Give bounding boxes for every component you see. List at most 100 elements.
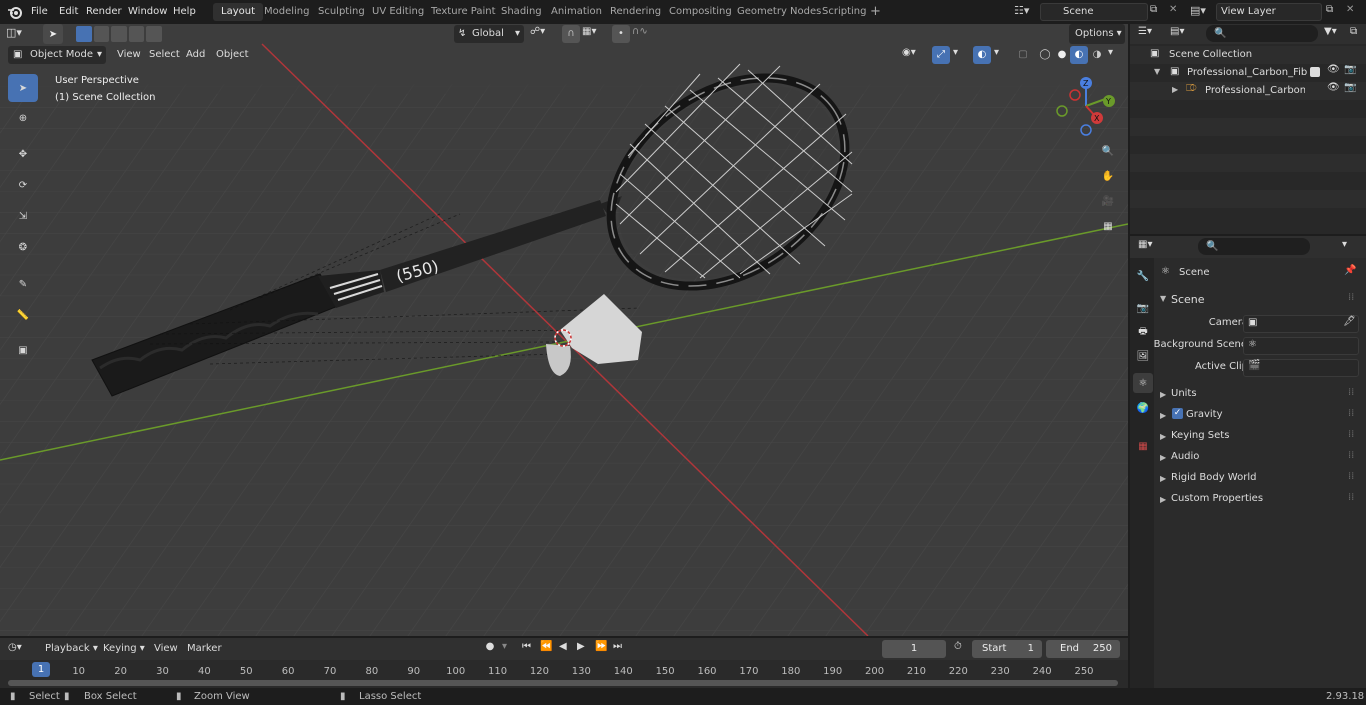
falloff-icon[interactable]: ∩∿ <box>632 26 654 42</box>
tab-uv-editing[interactable]: UV Editing <box>364 3 432 21</box>
panel-expand-icon[interactable]: ▼ <box>1160 294 1166 303</box>
include-checkbox-icon[interactable] <box>1310 67 1320 77</box>
pan-hand-icon[interactable]: ✋ <box>1097 165 1119 187</box>
scene-name-field[interactable]: Scene <box>1040 3 1148 21</box>
properties-editor-type-icon[interactable]: ▦▾ <box>1138 239 1164 255</box>
outliner-item-object[interactable]: Professional_Carbon_Fibe <box>1205 85 1305 96</box>
blender-logo-icon[interactable] <box>7 4 23 20</box>
tab-rendering[interactable]: Rendering <box>602 3 669 21</box>
gravity-checkbox[interactable]: ✓ <box>1172 408 1183 419</box>
shading-dropdown-icon[interactable]: ▾ <box>1108 47 1118 63</box>
camera-render-icon[interactable]: 📷 <box>1344 82 1356 93</box>
section-gravity[interactable]: Gravity <box>1186 409 1223 420</box>
scale-tool[interactable]: ⇲ <box>8 202 38 230</box>
camera-field[interactable] <box>1243 315 1359 333</box>
expand-arrow-icon[interactable]: ▶ <box>1160 411 1166 420</box>
remove-scene-icon[interactable]: ✕ <box>1169 4 1181 20</box>
add-workspace-button[interactable]: + <box>866 3 885 21</box>
viewport-menu-object[interactable]: Object <box>211 45 254 65</box>
view-layer-field[interactable]: View Layer <box>1216 3 1322 21</box>
xray-toggle-icon[interactable]: ▢ <box>1014 46 1032 64</box>
tab-shading[interactable]: Shading <box>493 3 550 21</box>
expand-arrow-icon[interactable]: ▶ <box>1160 495 1166 504</box>
selection-mode-buttons[interactable] <box>76 26 162 42</box>
section-audio[interactable]: Audio <box>1171 451 1199 462</box>
gizmo-toggle-icon[interactable]: ⤢ <box>932 46 950 64</box>
navigation-gizmo[interactable]: Z Y X <box>1052 74 1122 140</box>
select-box-tool[interactable]: ➤ <box>8 74 38 102</box>
rotate-tool[interactable]: ⟳ <box>8 171 38 199</box>
new-scene-icon[interactable]: ⧉ <box>1150 4 1166 20</box>
expand-arrow-icon[interactable]: ▶ <box>1160 390 1166 399</box>
menu-edit[interactable]: Edit <box>54 3 83 21</box>
eye-icon[interactable]: 👁 <box>1327 82 1340 93</box>
scene-tab-icon[interactable]: ⚛ <box>1133 373 1153 393</box>
eye-icon[interactable]: 👁 <box>1327 64 1340 75</box>
tool-tab-icon[interactable]: 🔧 <box>1133 266 1153 286</box>
select-invert-icon[interactable] <box>128 26 145 42</box>
viewport-menu-select[interactable]: Select <box>144 45 185 65</box>
view-layer-selector-icon[interactable]: ▤▾ <box>1190 4 1214 20</box>
background-scene-field[interactable] <box>1243 337 1359 355</box>
outliner-editor-type-icon[interactable]: ☰▾ <box>1138 26 1164 42</box>
menu-file[interactable]: File <box>26 3 53 21</box>
new-collection-icon[interactable]: ⧉ <box>1350 26 1364 42</box>
display-mode-icon[interactable]: ▤▾ <box>1170 26 1196 42</box>
tab-compositing[interactable]: Compositing <box>661 3 740 21</box>
3d-viewport[interactable]: (550) ◫▾ ➤ ↯ Global ▾ ☍▾ ∩ ▦▾ • ∩∿ Optio… <box>0 24 1128 636</box>
snap-target-icon[interactable]: ▦▾ <box>582 26 606 42</box>
world-tab-icon[interactable]: 🌍 <box>1133 398 1153 418</box>
options-dropdown[interactable]: Options ▾ <box>1069 24 1125 44</box>
expand-arrow-icon[interactable]: ▶ <box>1172 85 1178 94</box>
menu-render[interactable]: Render <box>81 3 127 21</box>
shading-rendered-icon[interactable]: ◑ <box>1088 46 1106 64</box>
remove-view-layer-icon[interactable]: ✕ <box>1346 4 1358 20</box>
expand-arrow-icon[interactable]: ▶ <box>1160 453 1166 462</box>
scene-panel-title[interactable]: Scene <box>1171 293 1205 306</box>
filter-icon[interactable]: ▼▾ <box>1324 26 1348 42</box>
tab-texture-paint[interactable]: Texture Paint <box>423 3 504 21</box>
section-rigid-body-world[interactable]: Rigid Body World <box>1171 472 1256 483</box>
select-mode-icon[interactable]: ➤ <box>43 24 63 44</box>
viewport-menu-add[interactable]: Add <box>181 45 210 65</box>
new-view-layer-icon[interactable]: ⧉ <box>1326 4 1342 20</box>
gizmo-dropdown-icon[interactable]: ▾ <box>953 47 963 63</box>
shading-wireframe-icon[interactable]: ◯ <box>1036 46 1054 64</box>
scene-selector-icon[interactable]: ☷▾ <box>1014 4 1038 20</box>
snap-toggle-icon[interactable]: ∩ <box>562 25 580 43</box>
select-extend-icon[interactable] <box>93 26 110 42</box>
render-tab-icon[interactable]: 📷 <box>1133 298 1153 318</box>
texture-tab-icon[interactable]: ▦ <box>1133 436 1153 456</box>
drag-handle-icon[interactable]: ⁞⁞ <box>1348 387 1354 398</box>
zoom-icon[interactable]: 🔍 <box>1097 140 1119 162</box>
drag-handle-icon[interactable]: ⁞⁞ <box>1348 429 1354 440</box>
camera-render-icon[interactable]: 📷 <box>1344 64 1356 75</box>
measure-tool[interactable]: 📏 <box>8 301 38 329</box>
expand-arrow-icon[interactable]: ▼ <box>1154 67 1160 76</box>
pin-icon[interactable]: 📌 <box>1344 265 1356 276</box>
outliner-search-input[interactable]: 🔍 <box>1206 25 1318 42</box>
drag-handle-icon[interactable]: ⁞⁞ <box>1348 450 1354 461</box>
proportional-edit-icon[interactable]: • <box>612 25 630 43</box>
object-mode-dropdown[interactable]: ▣ Object Mode ▾ <box>8 46 106 64</box>
visibility-filter-icon[interactable]: ◉▾ <box>902 47 928 63</box>
menu-help[interactable]: Help <box>168 3 201 21</box>
select-new-icon[interactable] <box>76 26 92 42</box>
transform-orientation-dropdown[interactable]: ↯ Global ▾ <box>454 25 524 43</box>
add-cube-tool[interactable]: ▣ <box>8 336 38 364</box>
expand-arrow-icon[interactable]: ▶ <box>1160 474 1166 483</box>
select-subtract-icon[interactable] <box>111 26 127 42</box>
section-units[interactable]: Units <box>1171 388 1197 399</box>
section-keying-sets[interactable]: Keying Sets <box>1171 430 1229 441</box>
editor-type-icon[interactable]: ◫▾ <box>6 26 34 44</box>
annotate-tool[interactable]: ✎ <box>8 270 38 298</box>
menu-window[interactable]: Window <box>123 3 172 21</box>
eyedropper-icon[interactable]: 🖋 <box>1343 316 1356 327</box>
timeline-scrollbar[interactable] <box>8 680 1118 686</box>
transform-tool[interactable]: ❂ <box>8 233 38 261</box>
drag-handle-icon[interactable]: ⁞⁞ <box>1348 471 1354 482</box>
outliner-root[interactable]: Scene Collection <box>1169 49 1252 60</box>
camera-view-icon[interactable]: 🎥 <box>1097 190 1119 212</box>
viewport-menu-view[interactable]: View <box>112 45 146 65</box>
ortho-grid-icon[interactable]: ▦ <box>1097 215 1119 237</box>
